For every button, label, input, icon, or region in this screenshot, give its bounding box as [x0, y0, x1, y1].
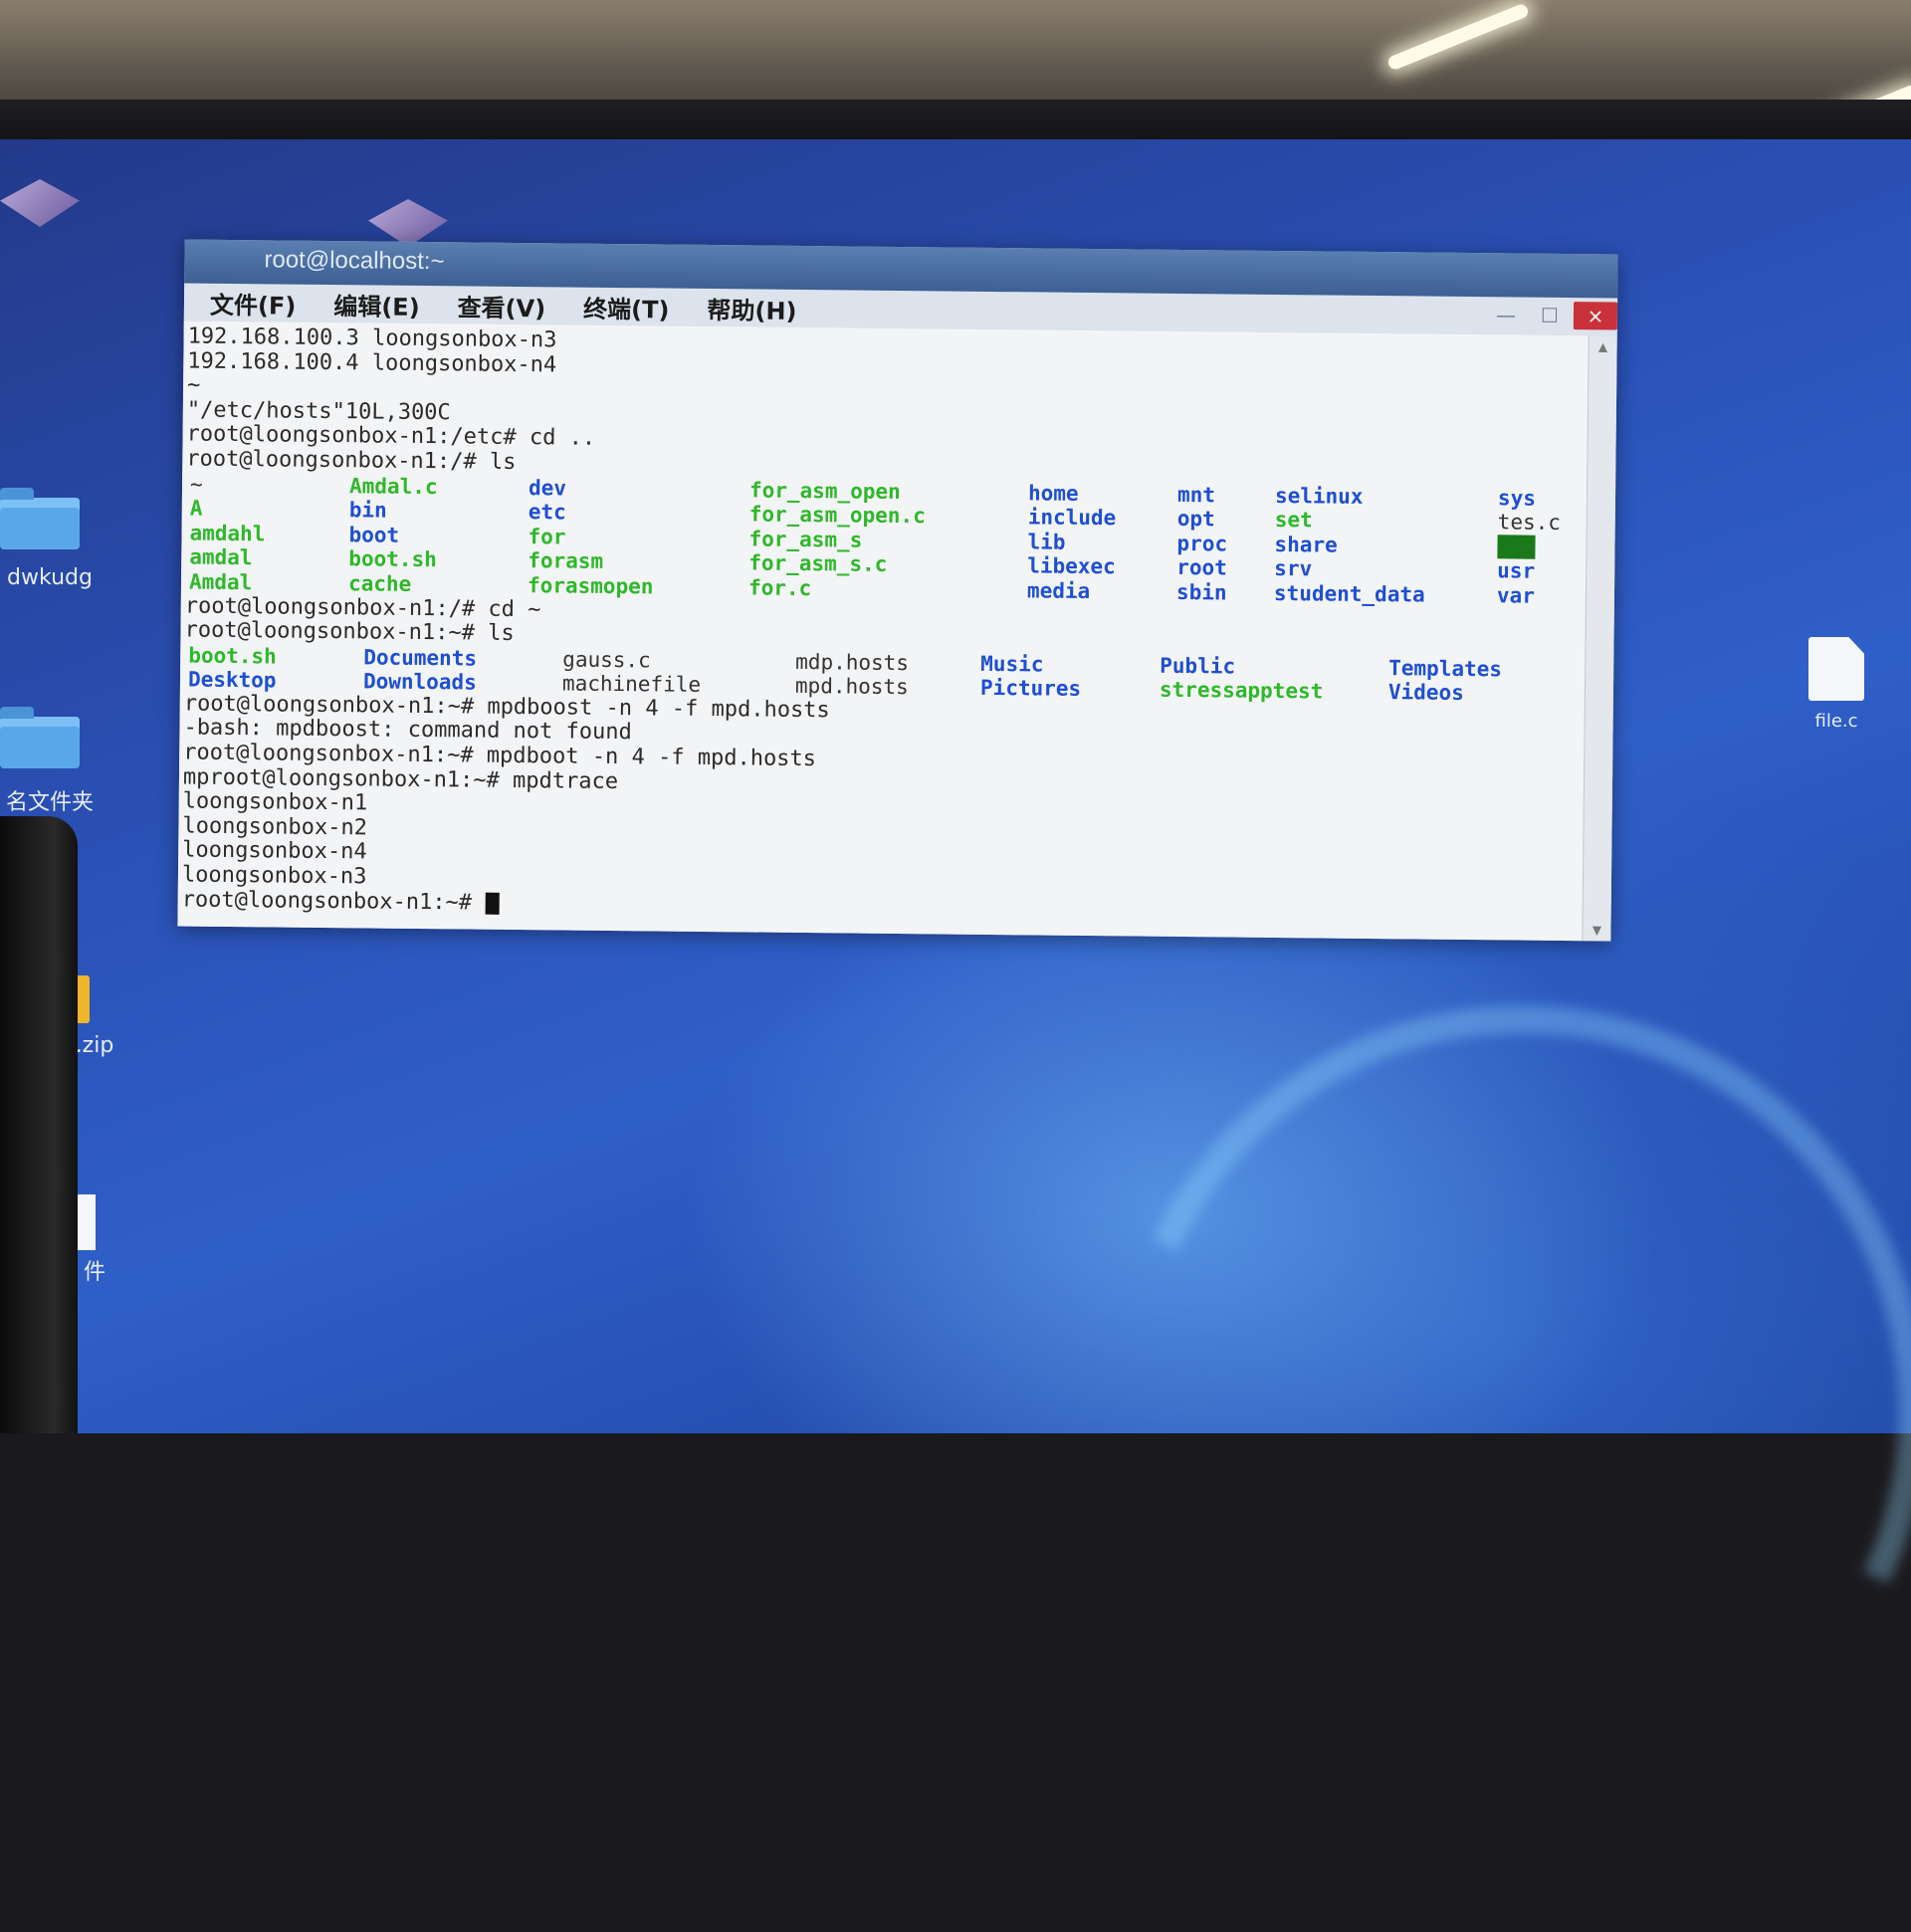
maximize-button[interactable]: ☐ [1530, 302, 1570, 329]
window-title: root@localhost:~ [264, 246, 445, 276]
scroll-up-arrow-icon[interactable]: ▲ [1593, 337, 1613, 355]
listing-entry: sys [1497, 485, 1537, 511]
terminal-output[interactable]: 192.168.100.3 loongsonbox-n3 192.168.100… [177, 321, 1590, 942]
listing-entry: dev [528, 475, 567, 501]
listing-entry: forasm [528, 548, 604, 574]
desktop-icon-label: 名文件夹 [5, 790, 94, 815]
listing-entry: mpd.hosts [794, 674, 909, 700]
listing-entry: bin [348, 498, 387, 523]
listing-entry: Amdal.c [348, 473, 438, 499]
listing-entry: Pictures [979, 676, 1082, 702]
listing-entry: student_data [1273, 580, 1425, 607]
terminal-window[interactable]: root@localhost:~ — ☐ × 文件(F) 编辑(E) 查看(V)… [177, 239, 1618, 942]
listing-entry: for_asm_open [748, 477, 901, 504]
menu-terminal[interactable]: 终端(T) [583, 289, 670, 324]
listing-entry: boot.sh [348, 546, 437, 572]
menu-help[interactable]: 帮助(H) [707, 290, 796, 325]
listing-entry: forasmopen [527, 573, 654, 599]
listing-entry: for_asm_s.c [748, 550, 888, 577]
listing-entry: libexec [1027, 553, 1116, 579]
listing-entry: ~ [189, 472, 203, 497]
listing-entry: for_asm_s [748, 527, 863, 552]
listing-entry: opt [1176, 507, 1215, 532]
listing-entry: home [1027, 480, 1079, 506]
listing-entry: include [1027, 505, 1117, 531]
desktop-icon-label: file.c [1814, 711, 1858, 732]
folder-icon [0, 488, 80, 549]
file-icon [1808, 637, 1864, 701]
listing-entry: proc [1176, 531, 1228, 556]
text-cursor [485, 892, 500, 915]
listing-entry: set [1274, 508, 1313, 533]
listing-entry: Downloads [362, 669, 477, 695]
listing-entry: sbin [1175, 579, 1227, 605]
listing-entry: machinefile [561, 671, 702, 698]
listing-entry: media [1026, 578, 1091, 603]
minimize-button[interactable]: — [1486, 301, 1526, 328]
wallpaper-swirl [1000, 891, 1911, 1932]
app-icon[interactable] [0, 179, 80, 227]
listing-entry: var [1496, 583, 1536, 608]
listing-entry: for.c [747, 575, 812, 601]
menu-file[interactable]: 文件(F) [210, 285, 297, 321]
menu-edit[interactable]: 编辑(E) [333, 287, 420, 322]
listing-entry: boot [348, 522, 400, 547]
listing-entry: amdal [189, 544, 253, 570]
listing-entry: Music [980, 651, 1044, 677]
desktop-icon-label: dwkudg [7, 565, 93, 590]
app-icon[interactable] [368, 199, 448, 247]
listing-entry: etc [528, 500, 566, 525]
menu-view[interactable]: 查看(V) [457, 288, 545, 323]
listing-entry: amdahl [189, 521, 266, 546]
root-listing: ~ A amdahl amdal Amdal Amdal.c bin boot … [185, 472, 1588, 609]
scroll-down-arrow-icon[interactable]: ▼ [1587, 921, 1606, 939]
listing-entry: srv [1274, 556, 1313, 581]
listing-entry: Amdal [188, 569, 253, 595]
shell-prompt: root@loongsonbox-n1:~# [181, 886, 486, 916]
listing-entry: mnt [1176, 482, 1216, 507]
ceiling-light [1385, 2, 1531, 72]
listing-entry: share [1274, 532, 1338, 557]
desktop-folder-new[interactable]: 名文件夹 [0, 707, 119, 816]
listing-entry: Templates [1388, 655, 1503, 682]
desktop-file-c[interactable]: file.c [1792, 637, 1881, 732]
desktop-folder-dwkudg[interactable]: dwkudg [0, 488, 109, 590]
listing-entry: cache [347, 571, 412, 596]
listing-entry: Desktop [187, 667, 277, 693]
phone-edge [0, 816, 78, 1433]
listing-entry: root [1176, 555, 1227, 580]
close-button[interactable]: × [1573, 302, 1618, 330]
listing-entry: for [528, 524, 566, 549]
listing-entry: tmp [1497, 535, 1536, 560]
listing-entry: stressapptest [1159, 678, 1324, 704]
listing-entry: usr [1497, 558, 1536, 584]
listing-entry: selinux [1274, 483, 1364, 509]
listing-entry: Videos [1387, 680, 1464, 706]
listing-entry: boot.sh [188, 643, 277, 669]
listing-entry: Documents [363, 645, 478, 671]
listing-entry: Public [1160, 653, 1236, 679]
listing-entry: mdp.hosts [795, 649, 910, 675]
listing-entry: lib [1027, 530, 1066, 554]
folder-icon [0, 707, 80, 768]
listing-entry: for_asm_open.c [748, 502, 926, 529]
listing-entry: A [189, 496, 203, 521]
listing-entry: gauss.c [562, 647, 651, 673]
listing-entry: tes.c [1497, 510, 1562, 536]
